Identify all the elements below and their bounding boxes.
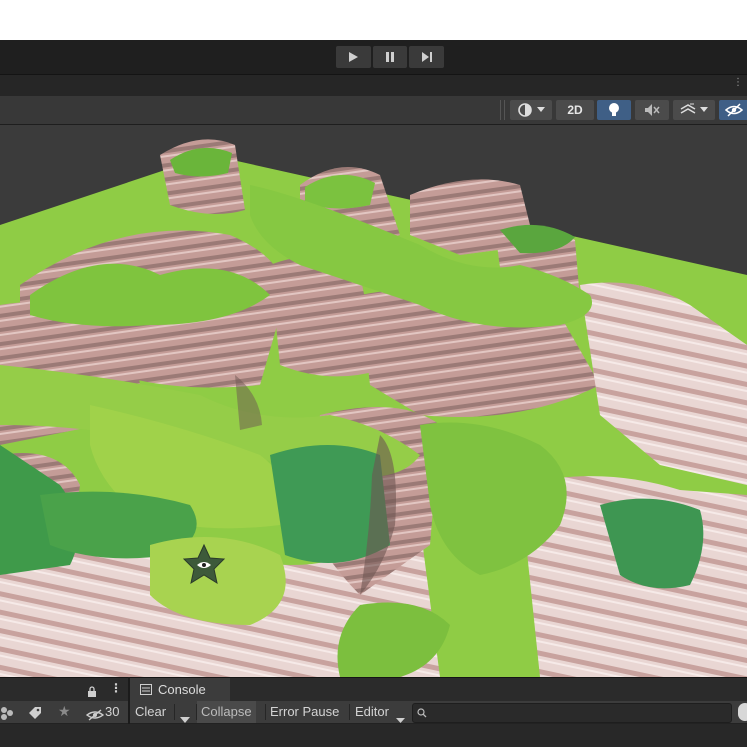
tab-console[interactable]: Console	[130, 678, 230, 701]
scene-viewport[interactable]	[0, 125, 747, 677]
lightbulb-icon	[609, 103, 619, 116]
separator	[174, 704, 175, 720]
error-pause-toggle[interactable]: Error Pause	[270, 701, 339, 723]
draw-mode-dropdown[interactable]	[510, 100, 552, 120]
tab-console-label: Console	[158, 682, 206, 697]
hidden-items-eye-icon[interactable]	[85, 706, 105, 725]
toolbar-separator	[500, 100, 505, 120]
lighting-toggle-button[interactable]	[597, 100, 631, 120]
shading-sphere-icon	[518, 103, 532, 117]
play-icon	[349, 52, 359, 62]
tag-icon[interactable]	[28, 705, 42, 724]
favorite-star-icon[interactable]: ★	[58, 704, 71, 720]
window-top-area	[0, 0, 747, 40]
chevron-down-icon	[700, 107, 708, 112]
mode-2d-button[interactable]: 2D	[556, 100, 594, 120]
visibility-icon[interactable]	[0, 705, 14, 724]
eye-slash-icon	[725, 103, 743, 117]
speaker-mute-icon	[645, 104, 660, 116]
info-filter-icon[interactable]	[738, 703, 747, 721]
collapse-toggle[interactable]: Collapse	[197, 701, 256, 723]
console-log-area[interactable]	[0, 724, 747, 747]
chevron-down-icon	[537, 107, 545, 112]
separator	[265, 704, 266, 720]
console-search-field[interactable]	[412, 703, 732, 723]
separator	[349, 704, 350, 720]
lock-icon[interactable]	[87, 683, 97, 702]
play-controls	[336, 46, 445, 68]
step-icon	[421, 52, 432, 62]
pause-button[interactable]	[372, 46, 408, 68]
effects-dropdown[interactable]	[673, 100, 715, 120]
pause-icon	[386, 52, 394, 62]
search-icon	[417, 708, 427, 718]
effects-stack-icon	[680, 103, 696, 114]
hidden-items-count: 30	[105, 704, 120, 719]
chevron-down-icon	[180, 717, 190, 723]
console-search-input[interactable]	[431, 705, 725, 721]
strip-menu-dots[interactable]: ⋮	[733, 77, 743, 88]
play-button[interactable]	[336, 46, 371, 68]
tab-strip: ⋮	[0, 74, 747, 97]
console-icon	[140, 684, 152, 695]
step-button[interactable]	[409, 46, 445, 68]
terrain-view[interactable]	[0, 125, 747, 677]
panel-menu-dots-icon[interactable]: ⋮	[110, 681, 122, 695]
scene-visibility-toggle[interactable]	[719, 100, 747, 120]
editor-target-dropdown[interactable]: Editor	[355, 701, 389, 723]
audio-toggle-button[interactable]	[635, 100, 669, 120]
clear-button[interactable]: Clear	[135, 701, 166, 723]
